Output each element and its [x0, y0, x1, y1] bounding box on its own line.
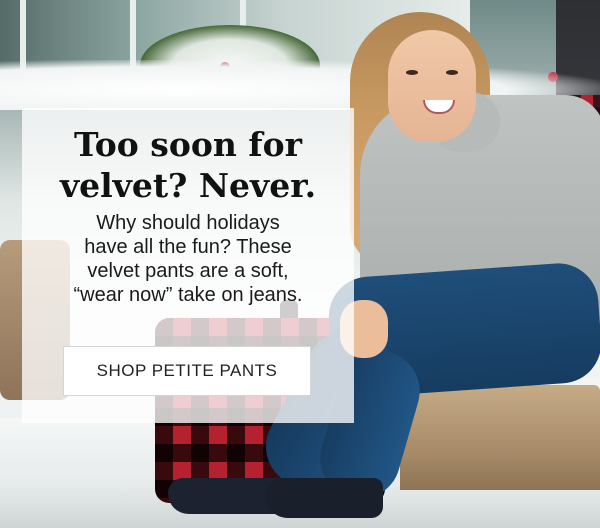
model-eye: [406, 70, 418, 75]
hero-banner[interactable]: Too soon for velvet? Never. Why should h…: [0, 0, 600, 528]
model-eye: [446, 70, 458, 75]
body-copy: Why should holidays have all the fun? Th…: [22, 211, 354, 307]
shop-petite-pants-button[interactable]: SHOP PETITE PANTS: [63, 346, 311, 396]
loafer: [265, 478, 383, 518]
rock: [400, 385, 600, 490]
headline-line: Too soon for: [74, 125, 302, 164]
body-line: “wear now” take on jeans.: [73, 284, 303, 306]
body-line: velvet pants are a soft,: [87, 260, 289, 282]
model-face: [388, 30, 476, 142]
headline: Too soon for velvet? Never.: [22, 124, 354, 206]
headline-line: velvet? Never.: [59, 166, 317, 205]
body-line: Why should holidays: [96, 212, 280, 234]
body-line: have all the fun? These: [84, 236, 292, 258]
